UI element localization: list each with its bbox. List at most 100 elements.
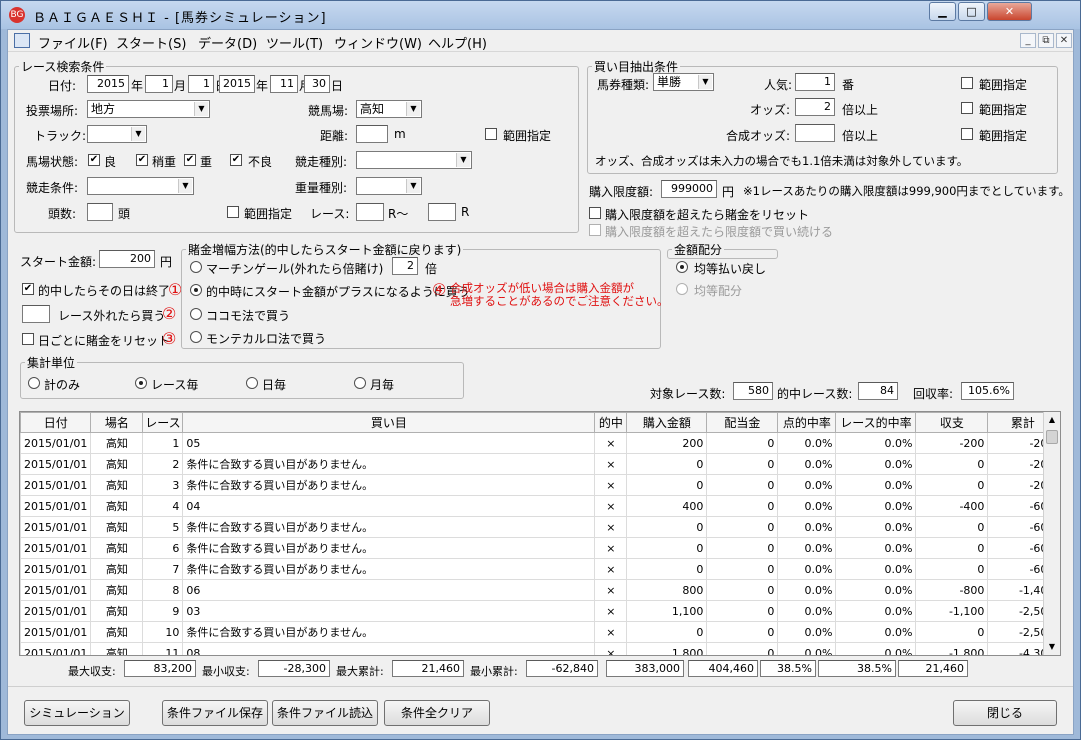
close-button[interactable]: 閉じる [953,700,1057,726]
maximize-button[interactable]: □ [958,2,985,21]
menu-file[interactable]: ファイル(F) [38,33,108,52]
cond-slightly-checkbox[interactable]: ✔ [136,154,148,166]
mdi-minimize-icon[interactable]: _ [1020,33,1036,48]
outside-count-input[interactable] [22,305,50,323]
plus-radio[interactable] [190,284,202,296]
ticket-select[interactable]: 単勝 ▼ [653,73,714,91]
document-icon[interactable] [14,33,30,48]
start-amount-input[interactable]: 200 [99,250,155,268]
table-row[interactable]: 2015/01/01 高知 8 06 × 800 0 0.0% 0.0% -800 -1,400 [20,579,1059,601]
scroll-up-icon[interactable]: ▲ [1044,412,1060,428]
course-select[interactable]: 高知 ▼ [356,100,422,118]
daily-reset-checkbox[interactable] [22,333,34,345]
table-cell: 0.0% [835,474,917,496]
column-header[interactable]: 的中 [594,412,628,433]
track-select[interactable]: ▼ [87,125,147,143]
cond-heavy-checkbox[interactable]: ✔ [184,154,196,166]
agg-month-radio[interactable] [354,377,366,389]
limit-input[interactable]: 999000 [661,180,717,198]
main-client-area: ファイル(F) スタート(S) データ(D) ツール(T) ウィンドウ(W) ヘ… [7,29,1074,735]
title-bar[interactable]: BG ＢＡＩＧＡＥＳＨＩ - [馬券シミュレーション] ▁ □ ✕ [1,1,1080,29]
table-row[interactable]: 2015/01/01 高知 1 05 × 200 0 0.0% 0.0% -200 -200 [20,432,1059,454]
race-type-select[interactable]: ▼ [356,151,472,169]
to-day-input[interactable]: 30 [304,75,330,93]
to-year-input[interactable]: 2015 [219,75,255,93]
menu-data[interactable]: データ(D) [198,33,257,52]
table-row[interactable]: 2015/01/01 高知 7 条件に合致する買い目がありません。 × 0 0 0.0% 0.0… [20,558,1059,580]
equal-return-radio[interactable] [676,261,688,273]
weight-select[interactable]: ▼ [356,177,422,195]
simulate-button[interactable]: シミュレーション [24,700,130,726]
save-conditions-button[interactable]: 条件ファイル保存 [162,700,268,726]
table-row[interactable]: 2015/01/01 高知 4 04 × 400 0 0.0% 0.0% -400 -600 [20,495,1059,517]
minimize-button[interactable]: ▁ [929,2,956,21]
comb-range-checkbox[interactable] [961,128,973,140]
agg-race-radio[interactable] [135,377,147,389]
mdi-restore-icon[interactable]: ⧉ [1038,33,1054,48]
from-year-input[interactable]: 2015 [87,75,129,93]
heads-range-checkbox[interactable] [227,206,239,218]
divider [8,686,1073,687]
table-row[interactable]: 2015/01/01 高知 5 条件に合致する買い目がありません。 × 0 0 0.0% 0.0… [20,516,1059,538]
table-cell: -1,100 [915,600,989,622]
close-window-button[interactable]: ✕ [987,2,1032,21]
table-row[interactable]: 2015/01/01 高知 3 条件に合致する買い目がありません。 × 0 0 0.0% 0.0… [20,474,1059,496]
menu-start[interactable]: スタート(S) [116,33,186,52]
vertical-scrollbar[interactable]: ▲ ▼ [1043,412,1060,655]
from-month-input[interactable]: 1 [145,75,173,93]
pop-input[interactable]: 1 [795,73,835,91]
table-row[interactable]: 2015/01/01 高知 9 03 × 1,100 0 0.0% 0.0% -1,100 -2,5… [20,600,1059,622]
menu-tools[interactable]: ツール(T) [266,33,323,52]
montecarlo-radio[interactable] [190,331,202,343]
column-header[interactable]: 日付 [20,412,92,433]
from-day-input[interactable]: 1 [188,75,214,93]
mdi-close-icon[interactable]: ✕ [1056,33,1072,48]
multiplier-input[interactable]: 2 [392,257,418,275]
weight-label: 重量種別: [295,181,348,195]
limit-reset-checkbox[interactable] [589,207,601,219]
comb-odds-input[interactable] [795,124,835,142]
load-conditions-button[interactable]: 条件ファイル読込 [272,700,378,726]
end-day-checkbox[interactable]: ✔ [22,283,34,295]
to-month-input[interactable]: 11 [270,75,298,93]
cocomo-radio[interactable] [190,308,202,320]
race-to-input[interactable] [428,203,456,221]
menu-window[interactable]: ウィンドウ(W) [334,33,422,52]
scroll-thumb[interactable] [1046,430,1058,444]
martingale-radio[interactable] [190,261,202,273]
results-table[interactable]: 日付 場名 レース 買い目 的中 購入金額 配当金 点的中率 レース的中率 収支 累計 2015/0… [19,411,1061,656]
limit-continue-checkbox[interactable] [589,224,601,236]
odds-input[interactable]: 2 [795,98,835,116]
column-header[interactable]: 買い目 [182,412,596,433]
agg-day-radio[interactable] [246,377,258,389]
venue-select[interactable]: 地方 ▼ [87,100,210,118]
clear-conditions-button[interactable]: 条件全クリア [384,700,490,726]
distance-range-checkbox[interactable] [485,128,497,140]
odds-range-checkbox[interactable] [961,102,973,114]
cond-bad-checkbox[interactable]: ✔ [230,154,242,166]
race-cond-select[interactable]: ▼ [87,177,194,195]
race-from-input[interactable] [356,203,384,221]
table-row[interactable]: 2015/01/01 高知 2 条件に合致する買い目がありません。 × 0 0 0.0% 0.0… [20,453,1059,475]
table-row[interactable]: 2015/01/01 高知 10 条件に合致する買い目がありません。 × 0 0 0.0% 0.… [20,621,1059,643]
table-row[interactable]: 2015/01/01 高知 11 08 × 1,800 0 0.0% 0.0% -1,800 -4,… [20,642,1059,655]
column-header[interactable]: 点的中率 [777,412,837,433]
column-header[interactable]: 購入金額 [626,412,708,433]
column-header[interactable]: 配当金 [706,412,779,433]
distance-input[interactable] [356,125,388,143]
cond-good-checkbox[interactable]: ✔ [88,154,100,166]
pop-range-checkbox[interactable] [961,77,973,89]
column-header[interactable]: 収支 [915,412,989,433]
table-cell: 10 [142,621,184,643]
column-header[interactable]: 場名 [90,412,144,433]
table-cell: 0 [915,474,989,496]
table-row[interactable]: 2015/01/01 高知 6 条件に合致する買い目がありません。 × 0 0 0.0% 0.0… [20,537,1059,559]
heads-input[interactable] [87,203,113,221]
equal-split-radio[interactable] [676,283,688,295]
column-header[interactable]: レース [142,412,184,433]
column-header[interactable]: レース的中率 [835,412,917,433]
agg-total-radio[interactable] [28,377,40,389]
scroll-down-icon[interactable]: ▼ [1044,639,1060,655]
table-cell: 06 [182,579,596,601]
menu-help[interactable]: ヘルプ(H) [428,33,487,52]
